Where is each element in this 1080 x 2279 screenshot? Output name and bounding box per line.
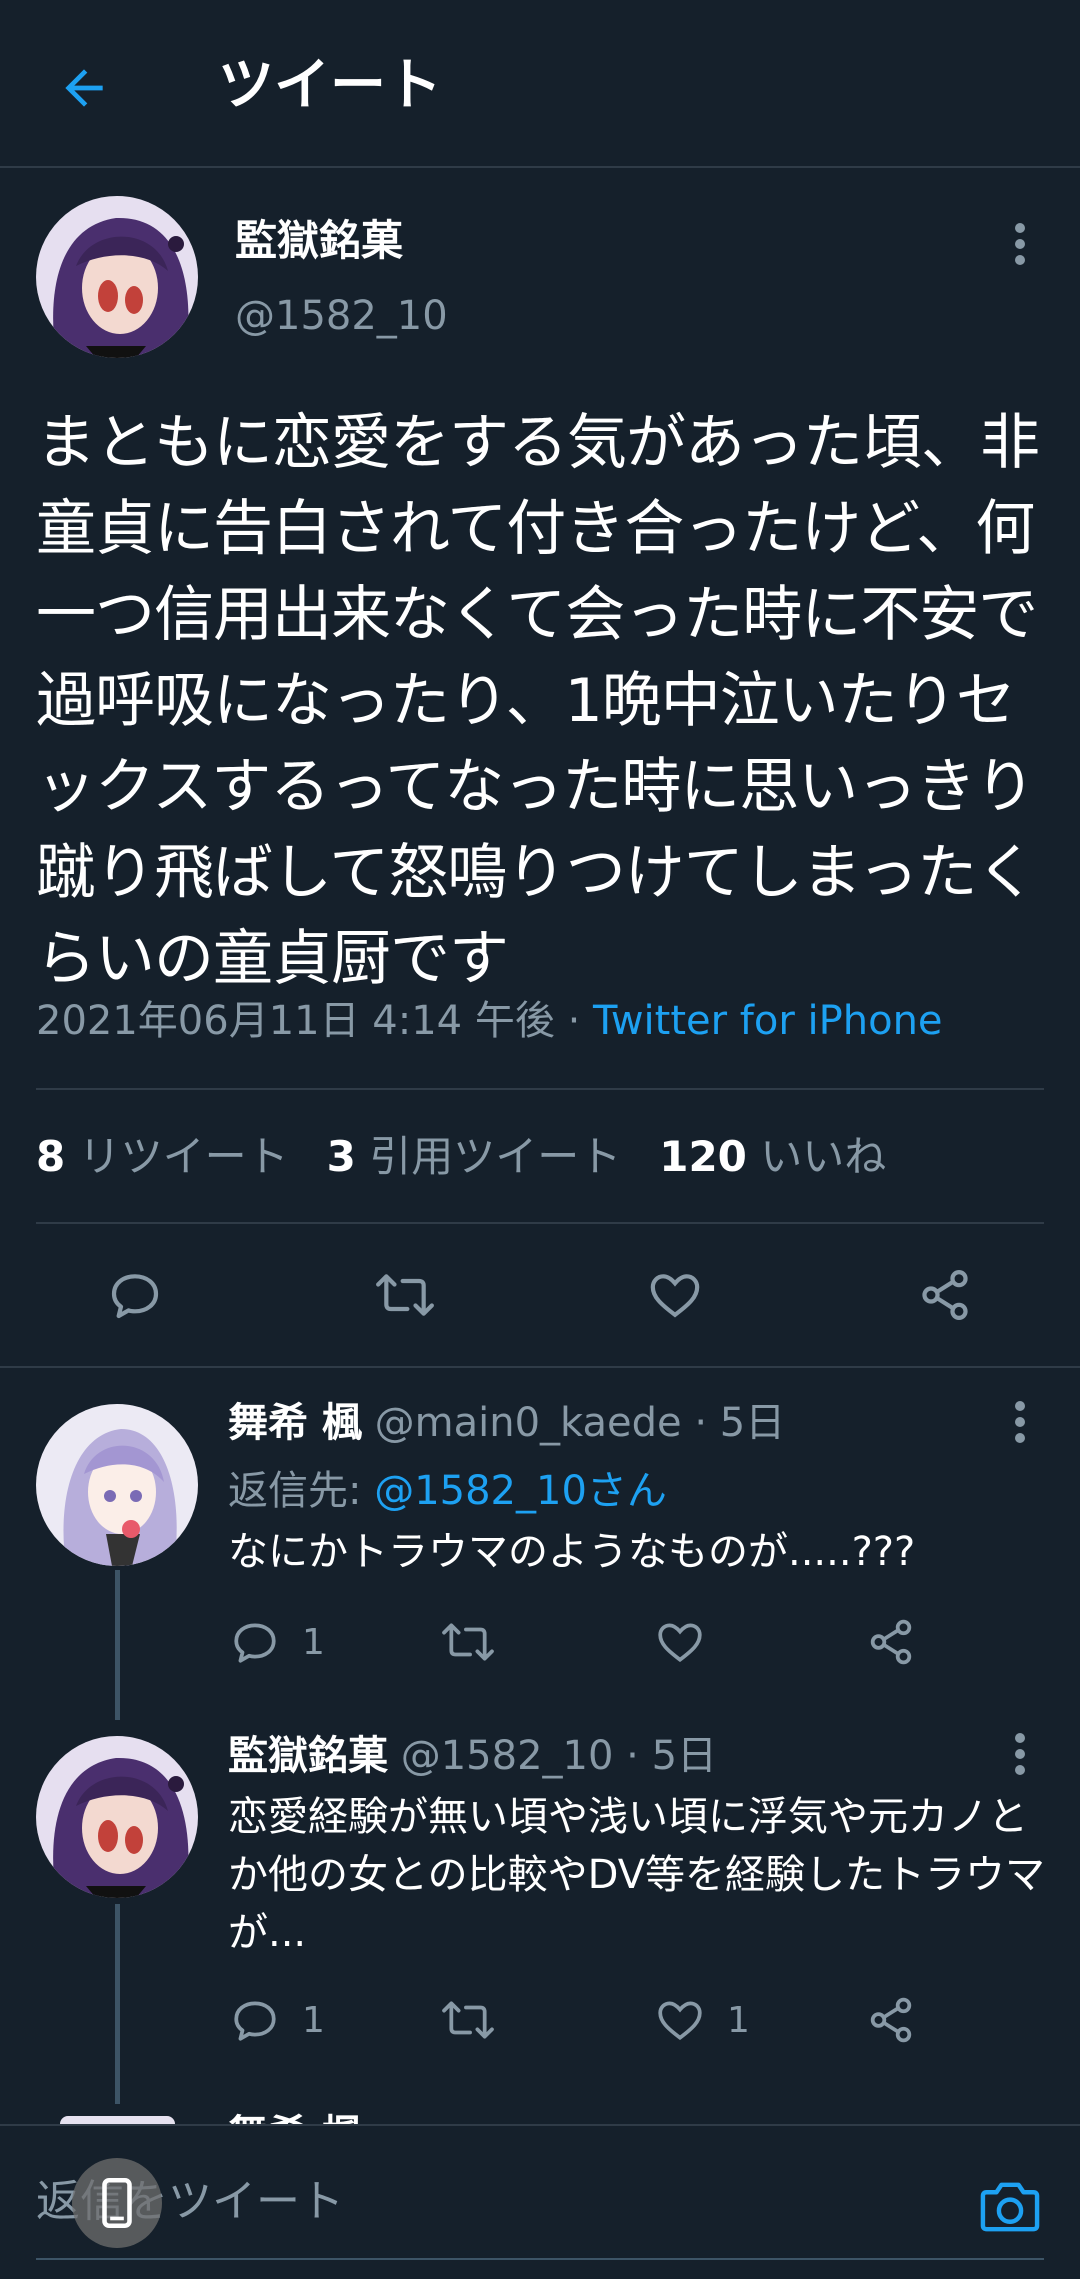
reply-like-button[interactable] (655, 1612, 727, 1672)
reply-author-handle[interactable]: @1582_10 (401, 1733, 614, 1779)
reply-avatar-image (36, 1736, 198, 1898)
share-icon (922, 1270, 968, 1320)
reply-icon (234, 1623, 276, 1663)
camera-icon (980, 2182, 1040, 2232)
top-app-bar (0, 0, 1080, 168)
reply-reply-button[interactable]: 1 (230, 1612, 325, 1672)
more-vertical-icon (1015, 223, 1025, 265)
reply-header: 舞希 楓 @main0_kaede · 5日 (228, 1400, 786, 1446)
quotes-stat[interactable]: 3 引用ツイート (327, 1132, 622, 1181)
more-vertical-icon (1015, 1733, 1025, 1775)
retweet-icon (442, 2001, 494, 2039)
retweets-label: リツイート (78, 1132, 289, 1181)
meta-separator: · (554, 998, 594, 1044)
reply-share-button[interactable] (866, 1612, 916, 1672)
reply-icon (234, 2001, 276, 2041)
retweet-icon (442, 1623, 494, 1661)
section-divider (0, 1366, 1080, 1368)
back-arrow-icon (65, 69, 103, 107)
tweet-timestamp[interactable]: 2021年06月11日 4:14 午後 (36, 998, 555, 1044)
avatar-image (36, 196, 198, 358)
retweet-icon (376, 1274, 434, 1316)
reply-to-mention[interactable]: @1582_10さん (374, 1468, 667, 1514)
likes-label: いいね (760, 1132, 887, 1181)
divider (36, 1088, 1044, 1090)
retweets-stat[interactable]: 8 リツイート (36, 1132, 289, 1181)
share-button[interactable] (905, 1255, 985, 1335)
back-button[interactable] (44, 48, 124, 128)
quotes-label: 引用ツイート (369, 1132, 622, 1181)
reply-avatar[interactable] (36, 1736, 198, 1898)
quotes-count: 3 (326, 1132, 356, 1181)
compose-underline (36, 2258, 1044, 2260)
reply-retweet-button[interactable] (440, 1612, 518, 1672)
likes-stat[interactable]: 120 いいね (659, 1132, 886, 1181)
phone-icon (102, 2178, 132, 2228)
reply-retweet-button[interactable] (440, 1990, 518, 2050)
reply-menu-button[interactable] (1000, 1724, 1040, 1784)
retweet-button[interactable] (365, 1255, 445, 1335)
next-reply-peek: 舞希 楓 (228, 2110, 362, 2124)
page-title: ツイート (218, 53, 442, 118)
author-name[interactable]: 監獄銘菓 (235, 212, 403, 270)
thread-line (115, 1570, 120, 1720)
tweet-stats: 8 リツイート 3 引用ツイート 120 いいね (36, 1128, 886, 1186)
reply-to-label: 返信先: (228, 1468, 375, 1514)
reply-header: 監獄銘菓 @1582_10 · 5日 (228, 1733, 718, 1779)
reply-like-button[interactable]: 1 (655, 1990, 750, 2050)
camera-button[interactable] (970, 2172, 1050, 2242)
author-handle[interactable]: @1582_10 (235, 288, 448, 344)
reply-author-name[interactable]: 監獄銘菓 (228, 1733, 388, 1779)
reply-avatar[interactable] (36, 1404, 198, 1566)
tweet-text: まともに恋愛をする気があった頃、非童貞に告白されて付き合ったけど、何一つ信用出来… (36, 408, 1040, 994)
reply-author-name[interactable]: 舞希 楓 (228, 1400, 362, 1446)
reply-button[interactable] (95, 1255, 175, 1335)
reply-count: 1 (302, 1999, 325, 2041)
share-icon (870, 1619, 912, 1665)
reply-icon (111, 1274, 159, 1319)
tweet-source-link[interactable]: Twitter for iPhone (593, 998, 943, 1044)
reply-author-handle[interactable]: @main0_kaede (375, 1400, 682, 1446)
thread-line (115, 1904, 120, 2104)
reply-avatar-image (36, 1404, 198, 1566)
tweet-meta: 2021年06月11日 4:14 午後 · Twitter for iPhone (36, 993, 943, 1049)
reply-to-line: 返信先: @1582_10さん (228, 1463, 667, 1519)
reply-text: 恋愛経験が無い頃や浅い頃に浮気や元カノとか他の女との比較やDV等を経験したトラウ… (228, 1794, 1046, 1956)
likes-count: 120 (659, 1132, 747, 1181)
reply-count: 1 (302, 1621, 325, 1663)
like-icon (658, 2001, 702, 2041)
reply-share-button[interactable] (866, 1990, 916, 2050)
tweet-menu-button[interactable] (1000, 214, 1040, 274)
retweets-count: 8 (36, 1132, 66, 1181)
next-reply-avatar-peek (60, 2116, 175, 2124)
like-button[interactable] (635, 1255, 715, 1335)
reply-time: 5日 (651, 1733, 718, 1779)
reply-menu-button[interactable] (1000, 1392, 1040, 1452)
divider (36, 1222, 1044, 1224)
like-count: 1 (727, 1999, 750, 2041)
like-icon (650, 1274, 700, 1318)
reply-time: 5日 (719, 1400, 786, 1446)
floating-phone-button[interactable] (72, 2158, 162, 2248)
reply-reply-button[interactable]: 1 (230, 1990, 325, 2050)
like-icon (658, 1623, 702, 1663)
more-vertical-icon (1015, 1401, 1025, 1443)
reply-text: なにかトラウマのようなものが.....??? (228, 1529, 916, 1575)
avatar[interactable] (36, 196, 198, 358)
share-icon (870, 1997, 912, 2043)
